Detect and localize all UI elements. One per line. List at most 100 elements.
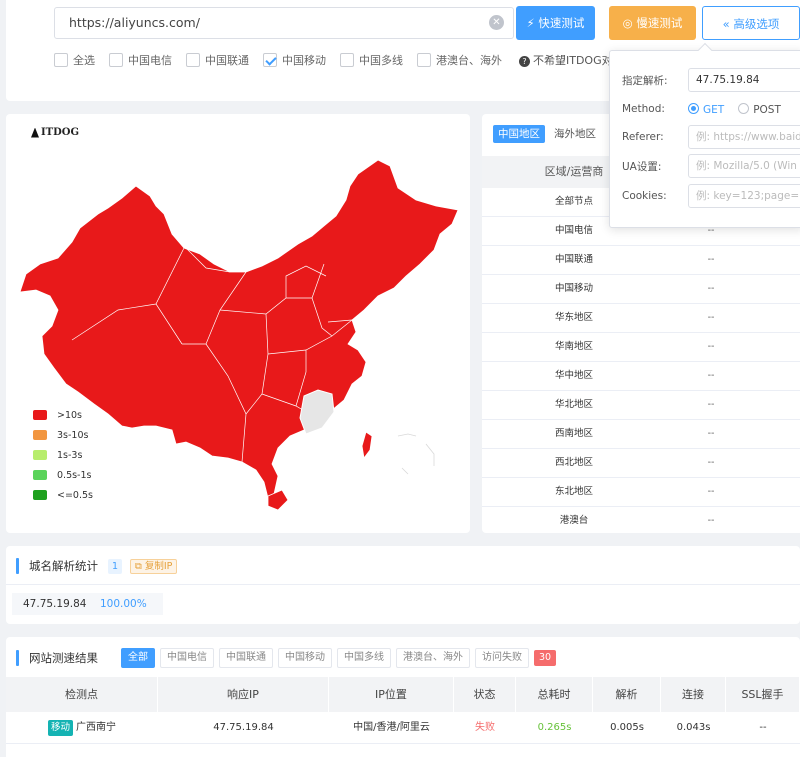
checkbox-box (54, 53, 68, 67)
table-row[interactable]: 中国联通 -- (482, 246, 800, 275)
china-map-card: ITDOG >10s 3s-10s 1s-3s 0.5s-1s <=0.5s (6, 114, 470, 533)
checkbox-box (186, 53, 200, 67)
dns-ip: 47.75.19.84 (23, 598, 87, 610)
method-label: Method: (622, 103, 665, 115)
location-cell: 中国/香港/阿里云 (353, 722, 430, 733)
results-table: 检测点 响应IP IP位置 状态 总耗时 解析 连接 SSL握手 移动 广西南宁 … (6, 677, 800, 744)
table-row[interactable]: 西南地区 -- (482, 420, 800, 449)
referer-input[interactable]: 例: https://www.baid (688, 125, 800, 149)
taiwan-shape[interactable] (361, 431, 373, 459)
table-row[interactable]: 西北地区 -- (482, 449, 800, 478)
fast-test-button[interactable]: ⚡ 快速测试 (516, 6, 595, 40)
filter-mobile[interactable]: 中国移动 (278, 648, 332, 668)
table-row[interactable]: 华东地区 -- (482, 304, 800, 333)
ip-cell: 47.75.19.84 (213, 722, 274, 733)
checkbox-label: 中国联通 (205, 54, 249, 67)
checkbox-box (340, 53, 354, 67)
tab-china-region[interactable]: 中国地区 (493, 125, 545, 143)
region-name: 中国联通 (554, 254, 593, 265)
filter-telecom[interactable]: 中国电信 (160, 648, 214, 668)
url-input[interactable]: https://aliyuncs.com/ ✕ (54, 7, 514, 39)
dns-section-title: 城名解析统计 1 ⧉ 复制IP (16, 557, 178, 575)
legend-swatch (33, 470, 47, 480)
region-value: -- (707, 428, 715, 439)
legend-swatch (33, 430, 47, 440)
clear-icon[interactable]: ✕ (489, 15, 504, 30)
grey-province[interactable] (299, 389, 335, 435)
method-post-radio[interactable]: POST (738, 102, 781, 116)
checkbox-box (263, 53, 277, 67)
slow-test-button[interactable]: ◎ 慢速测试 (609, 6, 696, 40)
region-value: -- (707, 370, 715, 381)
results-title-text: 网站测速结果 (29, 651, 98, 665)
col-header-ssl[interactable]: SSL握手 (726, 677, 800, 712)
copy-ip-button[interactable]: ⧉ 复制IP (130, 558, 178, 574)
url-input-value: https://aliyuncs.com/ (69, 15, 200, 30)
checkbox-multiline[interactable]: 中国多线 (340, 52, 403, 68)
section-accent-bar (16, 558, 19, 574)
resolve-time-cell: 0.005s (610, 722, 644, 733)
cookies-row: Cookies: 例: key=123;page=1 (622, 184, 800, 208)
checkbox-overseas[interactable]: 港澳台、海外 (417, 52, 502, 68)
col-header-ip[interactable]: 响应IP (158, 677, 329, 712)
table-row[interactable]: 华南地区 -- (482, 333, 800, 362)
region-value: -- (707, 283, 715, 294)
dns-result-row: 47.75.19.84 100.00% (12, 593, 163, 615)
table-row[interactable]: 中国移动 -- (482, 275, 800, 304)
region-name: 华北地区 (554, 399, 593, 410)
tab-overseas-region[interactable]: 海外地区 (549, 125, 601, 143)
col-header-location[interactable]: IP位置 (329, 677, 454, 712)
results-section-title: 网站测速结果 (16, 649, 98, 667)
col-header-resolve[interactable]: 解析 (593, 677, 661, 712)
ua-input[interactable]: 例: Mozilla/5.0 (Win (688, 154, 800, 178)
table-row[interactable]: 华中地区 -- (482, 362, 800, 391)
cookies-label: Cookies: (622, 190, 667, 202)
resolve-row: 指定解析: 47.75.19.84 (622, 68, 800, 92)
region-name: 中国移动 (554, 283, 593, 294)
table-row[interactable]: 东北地区 -- (482, 478, 800, 507)
legend-label: 0.5s-1s (57, 469, 92, 481)
checkbox-telecom[interactable]: 中国电信 (109, 52, 172, 68)
legend-label: <=0.5s (57, 489, 93, 501)
cookies-input[interactable]: 例: key=123;page=1 (688, 184, 800, 208)
region-value: -- (707, 341, 715, 352)
no-itdog-label: 不希望ITDOG对 (533, 54, 613, 67)
ssl-time-cell: -- (759, 722, 767, 733)
node-name: 广西南宁 (76, 722, 116, 733)
checkbox-label: 中国电信 (128, 54, 172, 67)
region-value: -- (707, 457, 715, 468)
col-header-connect[interactable]: 连接 (661, 677, 726, 712)
col-header-node[interactable]: 检测点 (6, 677, 158, 712)
table-row[interactable]: 港澳台 -- (482, 507, 800, 533)
checkbox-mobile[interactable]: 中国移动 (263, 52, 326, 68)
col-header-status[interactable]: 状态 (454, 677, 516, 712)
section-accent-bar (16, 650, 19, 666)
no-itdog-option[interactable]: ? 不希望ITDOG对 (519, 52, 613, 68)
filter-all[interactable]: 全部 (121, 648, 155, 668)
advanced-options-button[interactable]: « 高级选项 (702, 6, 800, 40)
filter-failed[interactable]: 访问失败 (475, 648, 529, 668)
ua-label: UA设置: (622, 160, 662, 173)
resolve-input[interactable]: 47.75.19.84 (688, 68, 800, 92)
col-header-total[interactable]: 总耗时 (516, 677, 593, 712)
dns-title-text: 城名解析统计 (29, 559, 98, 573)
table-row[interactable]: 移动 广西南宁 47.75.19.84 中国/香港/阿里云 失败 0.265s 0… (6, 712, 800, 744)
method-get-radio[interactable]: GET (688, 102, 724, 116)
checkbox-unicom[interactable]: 中国联通 (186, 52, 249, 68)
ua-row: UA设置: 例: Mozilla/5.0 (Win (622, 154, 800, 178)
filter-multiline[interactable]: 中国多线 (337, 648, 391, 668)
node-cell: 移动 广西南宁 (6, 712, 158, 743)
advanced-options-popup: 指定解析: 47.75.19.84 Method: GET POST Refer… (609, 42, 800, 228)
region-name: 华南地区 (554, 341, 593, 352)
checkbox-select-all[interactable]: 全选 (54, 52, 95, 68)
table-row[interactable]: 华北地区 -- (482, 391, 800, 420)
legend-item: 3s-10s (33, 425, 93, 445)
legend-swatch (33, 490, 47, 500)
filter-overseas[interactable]: 港澳台、海外 (396, 648, 470, 668)
radio-icon (738, 102, 750, 114)
fail-count-badge: 30 (534, 650, 557, 666)
legend-label: >10s (57, 409, 82, 421)
map-legend: >10s 3s-10s 1s-3s 0.5s-1s <=0.5s (33, 405, 93, 505)
legend-label: 3s-10s (57, 429, 89, 441)
filter-unicom[interactable]: 中国联通 (219, 648, 273, 668)
